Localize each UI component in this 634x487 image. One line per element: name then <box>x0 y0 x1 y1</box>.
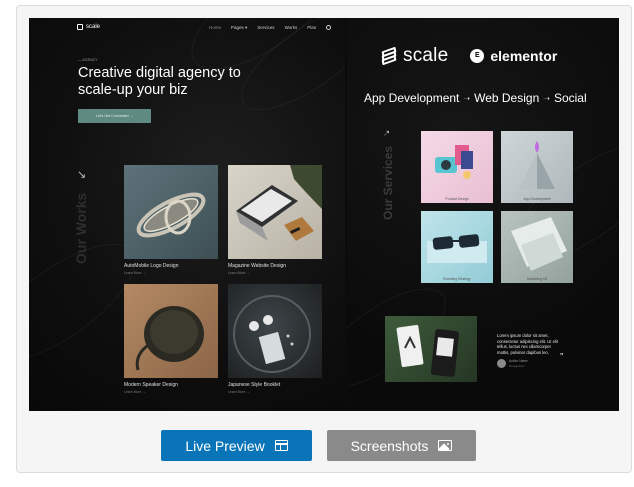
mini-logo: scale <box>77 24 100 30</box>
service-label: Product Design <box>445 197 469 201</box>
arrow-right-icon: ➝ <box>463 93 471 103</box>
brand-row: scale E elementor <box>381 45 557 67</box>
service-text: App Development <box>364 91 460 105</box>
laptop-icon <box>236 165 322 241</box>
camera-icon <box>435 145 473 179</box>
live-preview-button[interactable]: Live Preview <box>161 430 312 461</box>
arrow-down-right-icon: ↘ <box>77 169 87 181</box>
prism-icon <box>519 141 555 189</box>
work-image-automobile-logo <box>124 165 218 259</box>
service-card-branding-strategy: Branding Strategy <box>421 211 493 283</box>
elementor-icon: E <box>470 49 485 63</box>
hero-eyebrow: — AGENCY <box>78 58 98 62</box>
work-title: Modern Speaker Design <box>124 382 178 388</box>
image-icon <box>438 440 453 451</box>
quote-icon: ” <box>560 352 564 363</box>
mini-nav-home: Home <box>209 25 222 30</box>
screenshots-button[interactable]: Screenshots <box>327 430 476 461</box>
mini-nav-services: Services <box>257 25 275 30</box>
phones-icon <box>396 324 460 377</box>
layout-icon <box>274 440 288 451</box>
testimonial-role: Designation <box>509 364 525 368</box>
avatar <box>497 359 506 368</box>
glasses-icon <box>427 234 487 263</box>
work-title: AutoMobile Logo Design <box>124 263 179 269</box>
mini-nav-pages: Pages ▾ <box>231 25 248 30</box>
work-link: Learn More → <box>228 271 250 275</box>
service-card-marketing-kit: Marketing Kit <box>501 211 573 283</box>
brand-name: scale <box>403 45 449 66</box>
our-works-vertical-heading: Our Works <box>73 192 89 264</box>
arrow-icon: ➝ <box>380 126 393 140</box>
hero-title: Creative digital agency to scale-up your… <box>78 65 241 98</box>
chrome-badge-icon <box>136 192 206 238</box>
work-image-japanese-booklet <box>228 284 322 378</box>
homepage-mockup: scale Home Pages ▾ Services Works Plan —… <box>29 18 345 411</box>
builder-name: elementor <box>490 48 558 64</box>
service-text: Social <box>553 91 587 105</box>
layers-icon <box>381 46 397 66</box>
logo-mark-icon <box>77 24 83 30</box>
services-mockup: scale E elementor App Development ➝ Web … <box>347 18 619 411</box>
work-image-magazine-website <box>228 165 322 259</box>
testimonial-phones-image <box>385 316 477 382</box>
service-label: Marketing Kit <box>527 277 547 281</box>
work-link: Learn More → <box>228 390 250 394</box>
link-icon <box>326 25 332 30</box>
speaker-icon <box>135 306 204 371</box>
work-link: Learn More → <box>124 271 146 275</box>
papers-icon <box>511 217 567 271</box>
testimonial-quote: Lorem ipsum dolor sit amet, consectetur … <box>497 333 558 355</box>
service-card-app-development: App Development <box>501 131 573 203</box>
service-label: Branding Strategy <box>443 277 471 281</box>
service-label: App Development <box>523 197 551 201</box>
hero-cta-button: Let's Get Connected → <box>78 109 151 123</box>
service-text: Web Design <box>474 91 540 105</box>
services-marquee: App Development ➝ Web Design ➝ Social <box>364 91 587 105</box>
booklet-icon <box>233 295 311 373</box>
mini-nav: Home Pages ▾ Services Works Plan <box>209 25 332 31</box>
work-title: Japanese Style Booklet <box>228 382 281 388</box>
our-services-vertical-heading: Our Services <box>381 145 395 220</box>
mini-nav-plan: Plan <box>307 25 317 30</box>
live-preview-label: Live Preview <box>185 437 265 454</box>
screenshots-label: Screenshots <box>350 437 429 454</box>
work-title: Magazine Website Design <box>228 263 286 269</box>
work-link: Learn More → <box>124 390 146 394</box>
mini-nav-works: Works <box>284 25 298 30</box>
testimonial-author: Author Name <box>509 359 528 363</box>
work-image-modern-speaker <box>124 284 218 378</box>
arrow-right-icon: ➝ <box>543 93 550 103</box>
theme-preview-image[interactable]: scale Home Pages ▾ Services Works Plan —… <box>29 18 619 411</box>
service-card-product-design: Product Design <box>421 131 493 203</box>
